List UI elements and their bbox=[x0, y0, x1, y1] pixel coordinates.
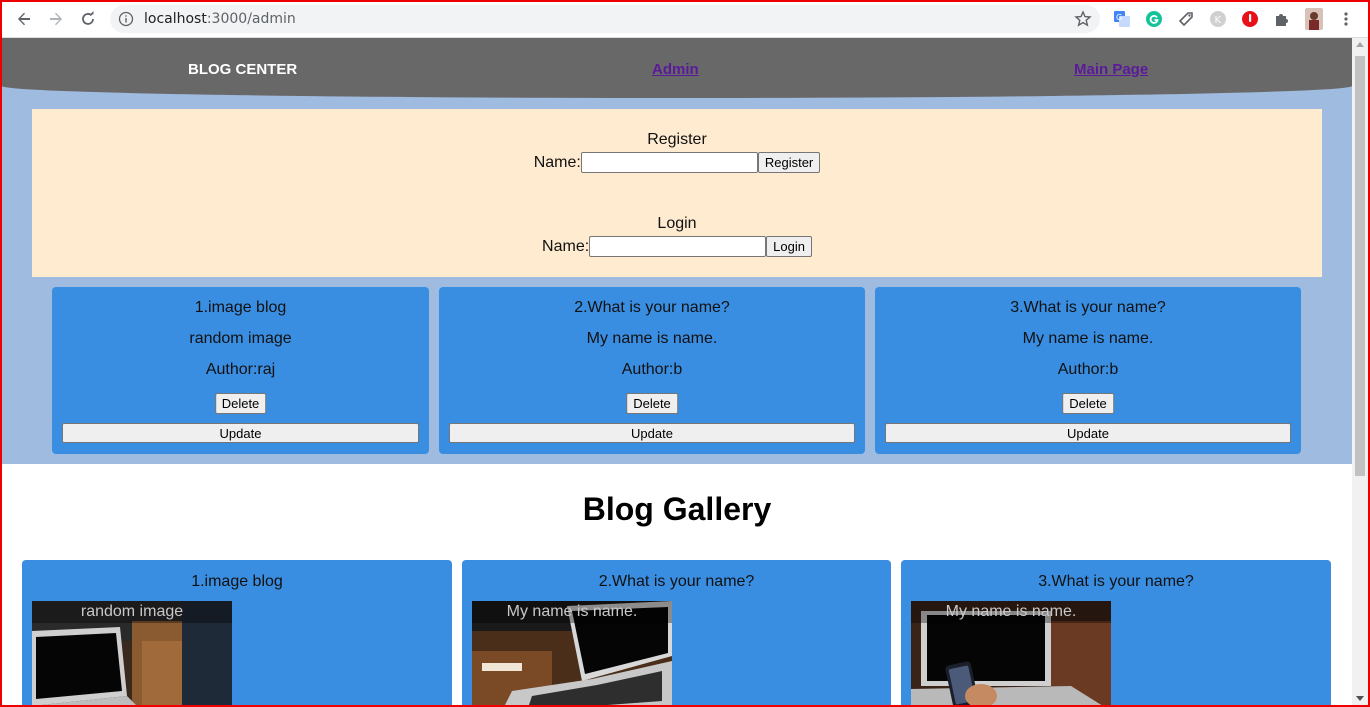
back-icon[interactable] bbox=[12, 7, 36, 31]
login-title: Login bbox=[657, 215, 697, 232]
login-form: Name: Login bbox=[32, 236, 1322, 257]
tag-extension-icon[interactable] bbox=[1176, 9, 1196, 29]
update-button[interactable]: Update bbox=[62, 423, 419, 443]
gallery-card: 2.What is your name? My name is name. bbox=[462, 560, 891, 705]
admin-post-card: 1.image blog random image Author:raj Del… bbox=[52, 287, 429, 454]
k-extension-icon[interactable]: K bbox=[1208, 9, 1228, 29]
site-info-icon[interactable] bbox=[118, 11, 134, 32]
admin-post-card: 3.What is your name? My name is name. Au… bbox=[875, 287, 1301, 454]
gallery-card: 1.image blog random image bbox=[22, 560, 452, 705]
brand-title: BLOG CENTER bbox=[188, 61, 298, 78]
register-form: Name: Register bbox=[32, 152, 1322, 173]
gallery-image-caption: random image bbox=[32, 601, 232, 623]
delete-button[interactable]: Delete bbox=[1062, 393, 1114, 414]
register-title: Register bbox=[647, 131, 707, 148]
url-host: localhost bbox=[144, 11, 207, 27]
browser-toolbar: localhost:3000/admin G K bbox=[0, 0, 1370, 38]
reload-icon[interactable] bbox=[76, 7, 100, 31]
auth-panel: Register Name: Register Login Name: Logi… bbox=[32, 109, 1322, 277]
profile-avatar[interactable] bbox=[1304, 8, 1324, 30]
scroll-up-icon[interactable] bbox=[1356, 42, 1364, 47]
gallery-card: 3.What is your name? My name is name. bbox=[901, 560, 1331, 705]
gallery-card-title: 2.What is your name? bbox=[598, 573, 755, 590]
gallery-image-laptop: random image bbox=[32, 601, 232, 705]
post-author: Author:b bbox=[1057, 361, 1119, 378]
admin-post-card: 2.What is your name? My name is name. Au… bbox=[439, 287, 865, 454]
adblock-icon[interactable] bbox=[1240, 9, 1260, 29]
login-button[interactable]: Login bbox=[766, 236, 812, 257]
nav-link-admin[interactable]: Admin bbox=[652, 61, 699, 78]
bookmark-star-icon[interactable] bbox=[1074, 10, 1092, 33]
gallery-image-caption: My name is name. bbox=[911, 601, 1111, 623]
scrollbar-thumb[interactable] bbox=[1355, 56, 1365, 476]
login-name-label: Name: bbox=[542, 237, 590, 255]
register-name-label: Name: bbox=[533, 153, 581, 171]
post-content: My name is name. bbox=[586, 330, 718, 347]
forward-icon[interactable] bbox=[44, 7, 68, 31]
address-bar[interactable]: localhost:3000/admin bbox=[110, 5, 1100, 33]
svg-text:G: G bbox=[1116, 13, 1122, 22]
post-title: 3.What is your name? bbox=[1010, 299, 1166, 316]
gallery-image-laptop-phone: My name is name. bbox=[911, 601, 1111, 705]
register-button[interactable]: Register bbox=[757, 152, 821, 173]
translate-icon[interactable]: G bbox=[1112, 9, 1132, 29]
gallery-card-title: 1.image blog bbox=[191, 573, 283, 590]
gallery-title: Blog Gallery bbox=[582, 491, 772, 527]
page-viewport: BLOG CENTER Admin Main Page Register Nam… bbox=[2, 38, 1352, 705]
post-title: 1.image blog bbox=[194, 299, 287, 316]
admin-section: BLOG CENTER Admin Main Page Register Nam… bbox=[2, 38, 1352, 464]
gallery-image-caption: My name is name. bbox=[472, 601, 672, 623]
delete-button[interactable]: Delete bbox=[214, 393, 267, 414]
update-button[interactable]: Update bbox=[449, 423, 855, 443]
extensions-puzzle-icon[interactable] bbox=[1272, 9, 1292, 29]
scroll-down-icon[interactable] bbox=[1356, 696, 1364, 701]
site-header: BLOG CENTER Admin Main Page bbox=[2, 38, 1352, 98]
post-title: 2.What is your name? bbox=[574, 299, 730, 316]
post-content: My name is name. bbox=[1022, 330, 1154, 347]
vertical-scrollbar[interactable] bbox=[1352, 38, 1368, 705]
nav-link-main-page[interactable]: Main Page bbox=[1074, 61, 1148, 78]
grammarly-icon[interactable] bbox=[1144, 9, 1164, 29]
gallery-image-laptop: My name is name. bbox=[472, 601, 672, 705]
post-author: Author:raj bbox=[205, 361, 276, 378]
menu-kebab-icon[interactable] bbox=[1336, 9, 1356, 29]
login-name-input[interactable] bbox=[589, 236, 767, 257]
url-text: localhost:3000/admin bbox=[144, 11, 296, 27]
svg-text:K: K bbox=[1215, 15, 1222, 26]
delete-button[interactable]: Delete bbox=[626, 393, 678, 414]
gallery-card-title: 3.What is your name? bbox=[1038, 573, 1194, 590]
post-content: random image bbox=[189, 330, 292, 347]
url-path: :3000/admin bbox=[206, 11, 296, 27]
register-name-input[interactable] bbox=[580, 152, 758, 173]
update-button[interactable]: Update bbox=[885, 423, 1291, 443]
post-author: Author:b bbox=[621, 361, 683, 378]
